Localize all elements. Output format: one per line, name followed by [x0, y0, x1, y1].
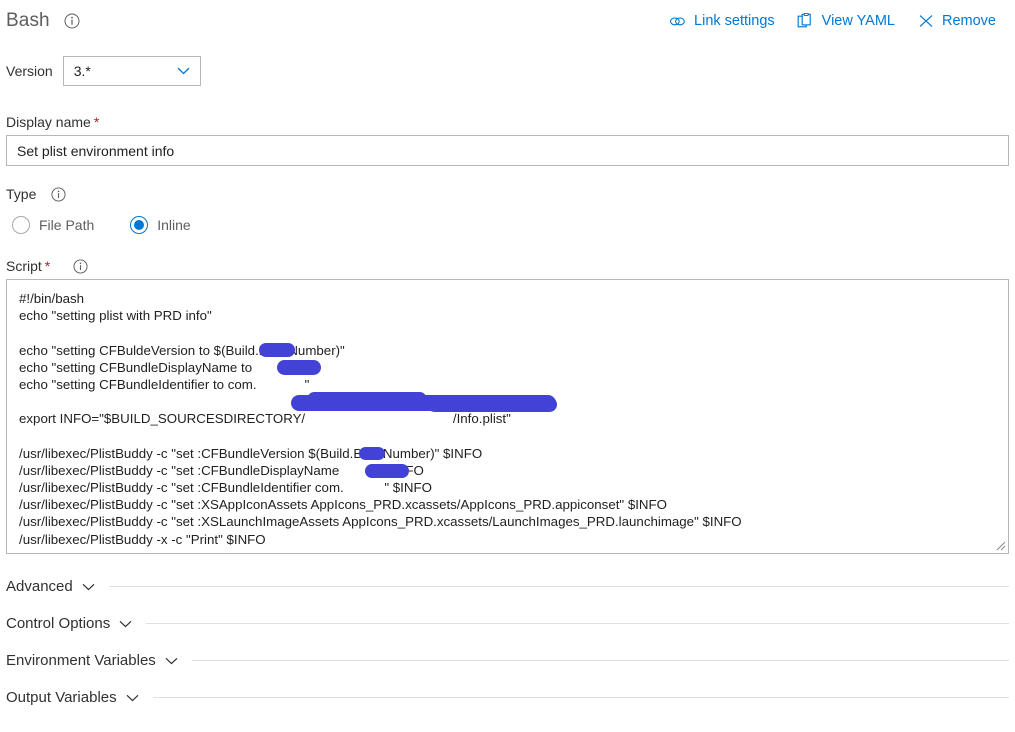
chevron-down-icon [82, 583, 95, 591]
script-line: /usr/libexec/PlistBuddy -c "set :XSLaunc… [19, 514, 742, 530]
section-divider [152, 697, 1009, 698]
version-select[interactable]: 3.* [62, 56, 201, 86]
script-line: /usr/libexec/PlistBuddy -c "set :CFBundl… [19, 480, 432, 496]
link-settings-button[interactable]: Link settings [669, 11, 775, 32]
section-environment-variables[interactable]: Environment Variables [6, 642, 1009, 679]
script-line [19, 393, 996, 410]
display-name-field: Display name * [6, 114, 1009, 166]
radio-mark-inline [130, 216, 149, 234]
section-divider [191, 660, 1009, 661]
display-name-input[interactable] [6, 135, 1009, 166]
script-line: /usr/libexec/PlistBuddy -c "set :CFBundl… [19, 462, 424, 478]
remove-label: Remove [942, 13, 996, 29]
script-line [19, 324, 996, 341]
section-divider [146, 623, 1009, 624]
type-field: Type File Path Inline [6, 186, 1009, 234]
script-line: echo "setting plist with PRD info" [19, 308, 212, 324]
script-line: /usr/libexec/PlistBuddy -c "set :XSAppIc… [19, 497, 667, 513]
remove-button[interactable]: Remove [917, 11, 996, 32]
section-advanced[interactable]: Advanced [6, 568, 1009, 605]
script-line: echo "setting CFBuldeVersion to $(Build.… [19, 342, 345, 358]
version-row: Version 3.* [6, 56, 1015, 86]
required-marker: * [93, 114, 100, 130]
section-output-variables[interactable]: Output Variables [6, 679, 1009, 716]
script-line: export INFO="$BUILD_SOURCESDIRECTORY/ /I… [19, 411, 511, 427]
radio-inline[interactable]: Inline [130, 216, 191, 234]
script-line: #!/bin/bash [19, 291, 85, 306]
link-icon [669, 13, 686, 30]
chevron-down-icon [177, 67, 190, 76]
section-output-variables-label: Output Variables [6, 689, 117, 706]
script-line: /usr/libexec/PlistBuddy -x -c "Print" $I… [19, 531, 266, 547]
section-environment-variables-label: Environment Variables [6, 652, 156, 669]
link-settings-label: Link settings [694, 13, 775, 29]
section-control-options[interactable]: Control Options [6, 605, 1009, 642]
version-select-value: 3.* [73, 63, 91, 79]
script-line: /usr/libexec/PlistBuddy -c "set :CFBundl… [19, 445, 483, 461]
page-title: Bash [6, 10, 50, 31]
header-actions: Link settings View YAML Remove [669, 11, 1001, 32]
close-x-icon [917, 13, 934, 30]
script-line: echo "setting CFBundleDisplayName to " [19, 359, 302, 375]
radio-mark-file-path [12, 216, 30, 234]
radio-file-path-label: File Path [39, 217, 95, 233]
info-circle-icon[interactable] [64, 13, 80, 29]
version-label: Version [6, 63, 53, 79]
required-marker: * [44, 258, 51, 274]
type-radio-group: File Path Inline [6, 216, 1009, 234]
display-name-label: Display name * [6, 114, 100, 130]
clipboard-icon [797, 12, 814, 30]
script-line [19, 428, 996, 445]
collapsible-sections: Advanced Control Options Environment Varia… [0, 568, 1015, 716]
chevron-down-icon [119, 620, 132, 628]
script-code: #!/bin/bash echo "setting plist with PRD … [19, 290, 996, 548]
info-circle-icon[interactable] [50, 186, 66, 202]
chevron-down-icon [165, 657, 178, 665]
radio-inline-label: Inline [157, 217, 191, 233]
section-control-options-label: Control Options [6, 615, 111, 632]
section-divider [108, 586, 1009, 587]
task-header: Bash Link settings View YAML Remove [0, 0, 1015, 40]
script-textarea[interactable]: #!/bin/bash echo "setting plist with PRD … [6, 279, 1009, 554]
view-yaml-label: View YAML [821, 13, 895, 29]
type-label: Type [6, 186, 1009, 202]
script-editor-wrap: #!/bin/bash echo "setting plist with PRD … [6, 279, 1009, 554]
view-yaml-button[interactable]: View YAML [797, 11, 895, 32]
script-label: Script * [6, 258, 1009, 274]
script-field: Script * #!/bin/bash echo "setting plist … [6, 258, 1009, 554]
chevron-down-icon [126, 694, 139, 702]
info-circle-icon[interactable] [72, 258, 88, 274]
script-line: echo "setting CFBundleIdentifier to com.… [19, 376, 310, 392]
section-advanced-label: Advanced [6, 578, 73, 595]
radio-file-path[interactable]: File Path [12, 216, 94, 234]
